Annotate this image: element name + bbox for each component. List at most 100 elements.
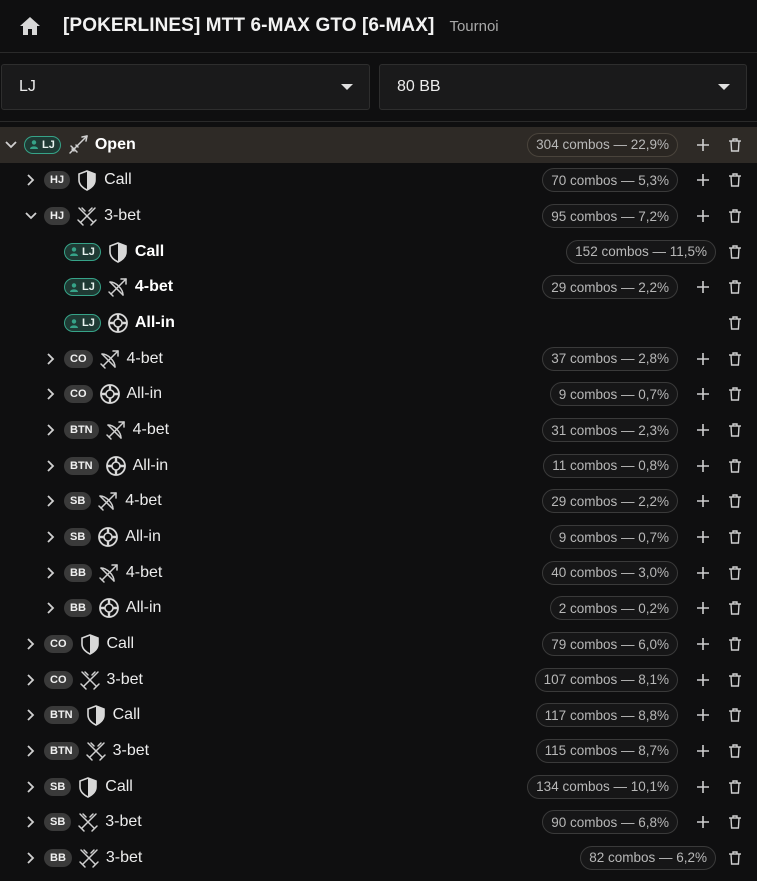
tree-row[interactable]: LJ Open 304 combos — 22,9% [0, 127, 757, 163]
add-icon[interactable] [695, 529, 711, 545]
add-icon[interactable] [695, 172, 711, 188]
position-badge-label: LJ [82, 245, 95, 258]
filter-bar: LJ 80 BB [0, 53, 757, 122]
add-icon[interactable] [695, 600, 711, 616]
trash-icon[interactable] [727, 422, 743, 438]
add-icon[interactable] [695, 672, 711, 688]
add-icon[interactable] [695, 814, 711, 830]
tree-row[interactable]: BTN Call 117 combos — 8,8% [0, 698, 757, 734]
combos-badge: 134 combos — 10,1% [527, 774, 678, 799]
chevron-right-icon[interactable] [40, 529, 62, 545]
action-label: 3-bet [105, 813, 142, 831]
combos-badge: 90 combos — 6,8% [542, 810, 678, 835]
trash-icon[interactable] [727, 850, 743, 866]
tree-row[interactable]: CO 3-bet 107 combos — 8,1% [0, 662, 757, 698]
action-label: Call [105, 777, 133, 795]
chevron-right-icon[interactable] [20, 172, 42, 188]
trash-icon[interactable] [727, 137, 743, 153]
trash-icon[interactable] [727, 672, 743, 688]
trash-icon[interactable] [727, 208, 743, 224]
trash-icon[interactable] [727, 636, 743, 652]
trash-icon[interactable] [727, 244, 743, 260]
trash-icon[interactable] [727, 279, 743, 295]
chevron-right-icon[interactable] [40, 600, 62, 616]
chevron-down-icon[interactable] [0, 137, 22, 153]
combos-badge: 9 combos — 0,7% [549, 382, 678, 407]
tree-row[interactable]: LJ All-in [0, 305, 757, 341]
chevron-right-icon[interactable] [20, 743, 42, 759]
chevron-right-icon[interactable] [20, 814, 42, 830]
poker-chip-icon [105, 455, 127, 477]
tree-row[interactable]: CO Call 79 combos — 6,0% [0, 626, 757, 662]
home-icon[interactable] [20, 16, 40, 36]
tree-row[interactable]: CO All-in 9 combos — 0,7% [0, 377, 757, 413]
tree-row[interactable]: SB 3-bet 90 combos — 6,8% [0, 804, 757, 840]
chevron-right-icon[interactable] [40, 386, 62, 402]
trash-icon[interactable] [727, 600, 743, 616]
chevron-right-icon[interactable] [40, 565, 62, 581]
tree-row[interactable]: HJ 3-bet 95 combos — 7,2% [0, 198, 757, 234]
add-icon[interactable] [695, 779, 711, 795]
tree-row[interactable]: HJ Call 70 combos — 5,3% [0, 163, 757, 199]
trash-icon[interactable] [727, 458, 743, 474]
tree-row[interactable]: BB All-in 2 combos — 0,2% [0, 591, 757, 627]
tree-row[interactable]: BTN 3-bet 115 combos — 8,7% [0, 733, 757, 769]
position-select[interactable]: LJ [1, 64, 370, 110]
trash-icon[interactable] [727, 351, 743, 367]
trash-icon[interactable] [727, 315, 743, 331]
position-badge-label: BTN [50, 744, 73, 757]
trash-icon[interactable] [727, 779, 743, 795]
stack-select[interactable]: 80 BB [379, 64, 747, 110]
trash-icon[interactable] [727, 493, 743, 509]
combos-badge: 31 combos — 2,3% [542, 418, 678, 443]
chevron-down-icon[interactable] [20, 208, 42, 224]
tree-row[interactable]: CO 4-bet 37 combos — 2,8% [0, 341, 757, 377]
tree-row[interactable]: SB Call 134 combos — 10,1% [0, 769, 757, 805]
add-icon[interactable] [695, 493, 711, 509]
chevron-right-icon[interactable] [20, 779, 42, 795]
position-badge-label: SB [50, 780, 66, 793]
tree-row[interactable]: BTN All-in 11 combos — 0,8% [0, 448, 757, 484]
add-icon[interactable] [695, 458, 711, 474]
action-label: All-in [132, 456, 169, 474]
tree-row[interactable]: SB All-in 9 combos — 0,7% [0, 519, 757, 555]
add-icon[interactable] [695, 743, 711, 759]
add-icon[interactable] [695, 636, 711, 652]
position-badge: LJ [64, 278, 101, 297]
chevron-right-icon[interactable] [40, 351, 62, 367]
trash-icon[interactable] [727, 814, 743, 830]
position-badge: CO [44, 670, 73, 689]
tree-row[interactable]: SB 4-bet 29 combos — 2,2% [0, 484, 757, 520]
trash-icon[interactable] [727, 743, 743, 759]
add-icon[interactable] [695, 279, 711, 295]
trash-icon[interactable] [727, 386, 743, 402]
chevron-right-icon[interactable] [20, 636, 42, 652]
tree-row[interactable]: BB 3-bet 82 combos — 6,2% [0, 840, 757, 876]
add-icon[interactable] [695, 137, 711, 153]
add-icon[interactable] [695, 386, 711, 402]
chevron-right-icon[interactable] [40, 422, 62, 438]
add-icon[interactable] [695, 565, 711, 581]
chevron-right-icon[interactable] [20, 850, 42, 866]
trash-icon[interactable] [727, 529, 743, 545]
add-icon[interactable] [695, 351, 711, 367]
add-icon[interactable] [695, 422, 711, 438]
tree-row[interactable]: LJ 4-bet 29 combos — 2,2% [0, 270, 757, 306]
chevron-right-icon[interactable] [40, 458, 62, 474]
tree-row[interactable]: LJ Call 152 combos — 11,5% [0, 234, 757, 270]
position-badge-label: LJ [82, 317, 95, 330]
trash-icon[interactable] [727, 172, 743, 188]
stack-select-value: 80 BB [397, 78, 441, 95]
trash-icon[interactable] [727, 565, 743, 581]
add-icon[interactable] [695, 208, 711, 224]
chevron-right-icon[interactable] [20, 707, 42, 723]
trash-icon[interactable] [727, 707, 743, 723]
tree-row[interactable]: BB 4-bet 40 combos — 3,0% [0, 555, 757, 591]
crossed-swords-icon [78, 847, 100, 869]
add-icon[interactable] [695, 707, 711, 723]
chevron-right-icon[interactable] [40, 493, 62, 509]
chevron-right-icon[interactable] [20, 672, 42, 688]
tree-row[interactable]: BTN 4-bet 31 combos — 2,3% [0, 412, 757, 448]
position-badge: CO [44, 635, 73, 654]
shield-icon [85, 704, 107, 727]
